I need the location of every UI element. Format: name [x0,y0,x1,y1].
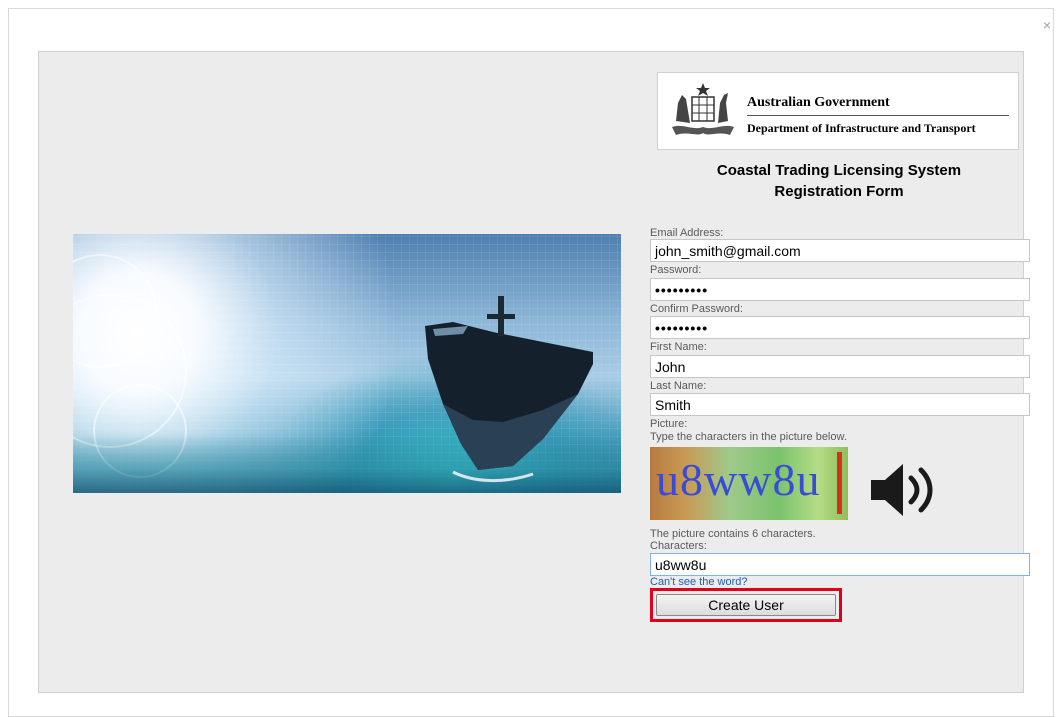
captcha-text: u8ww8u [656,454,821,505]
characters-field[interactable]: u8ww8u [650,553,1030,576]
registration-panel: Australian Government Department of Infr… [38,51,1030,693]
characters-label: Characters: [650,540,707,552]
close-icon[interactable]: × [1040,18,1054,32]
logo-department-text: Department of Infrastructure and Transpo… [747,121,976,135]
email-field[interactable]: john_smith@gmail.com [650,239,1030,262]
page-title-line2: Registration Form [774,183,904,200]
speaker-volume-icon[interactable] [869,460,939,520]
create-user-highlight: Create User [650,588,842,622]
create-user-button[interactable]: Create User [656,594,836,616]
logo-divider [747,115,1009,116]
cant-see-word-link[interactable]: Can't see the word? [650,576,748,586]
password-field[interactable]: ••••••••• [650,278,1030,301]
confirm-password-label: Confirm Password: [650,303,743,315]
captcha-image: u8ww8u [650,447,848,520]
coat-of-arms-icon [672,83,734,135]
ship-banner-image [73,234,621,493]
first-name-label: First Name: [650,341,707,353]
page-title-line1: Coastal Trading Licensing System [716,162,962,179]
picture-label: Picture: [650,418,688,430]
captcha-note: The picture contains 6 characters. [650,528,816,540]
password-label: Password: [650,264,702,276]
last-name-label: Last Name: [650,380,707,392]
page-title: Coastal Trading Licensing System Registr… [659,160,1019,202]
picture-instructions: Type the characters in the picture below… [650,431,847,443]
ship-icon [425,296,593,482]
government-logo: Australian Government Department of Infr… [657,72,1019,150]
last-name-field[interactable]: Smith [650,393,1030,416]
logo-government-text: Australian Government [747,95,890,110]
email-label: Email Address: [650,227,724,239]
confirm-password-field[interactable]: ••••••••• [650,316,1030,339]
first-name-field[interactable]: John [650,355,1030,378]
captcha-edge-bar [837,452,842,514]
